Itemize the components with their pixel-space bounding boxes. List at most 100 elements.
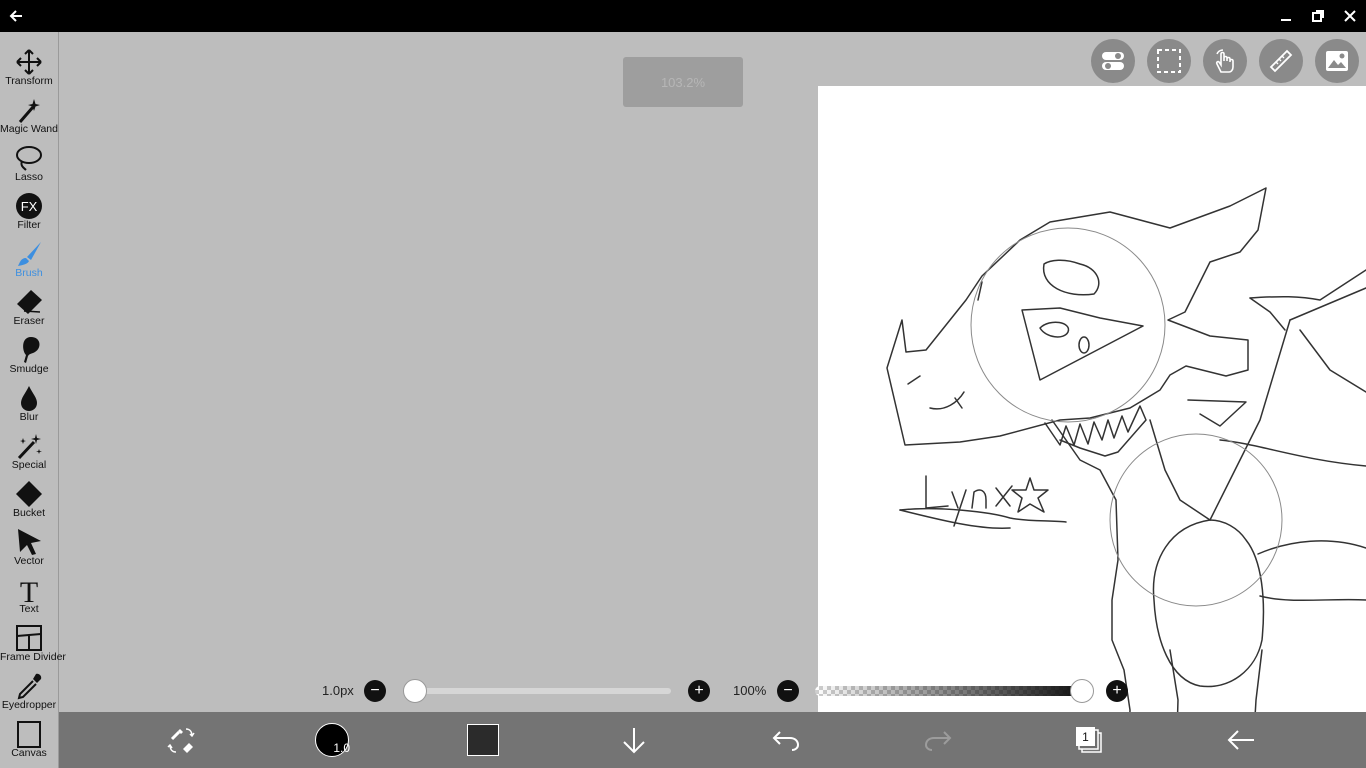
tool-transform[interactable]: Transform [0,40,58,88]
back-button[interactable] [0,0,32,32]
swap-tools-button[interactable] [151,712,211,768]
layer-count: 1 [1082,730,1089,744]
tool-label: Frame Divider [0,651,66,663]
opacity-label: 100% [733,683,767,698]
zoom-level-indicator: 103.2% [623,57,743,107]
brush-size-slider-thumb[interactable] [403,679,427,703]
undo-button[interactable] [756,712,816,768]
redo-icon [924,731,952,751]
tool-bucket[interactable]: Bucket [0,472,58,520]
settings-toggle-button[interactable] [1091,39,1135,83]
tool-canvas[interactable]: Canvas [0,712,58,760]
toggles-icon [1102,52,1124,70]
hand-touch-icon [1215,49,1234,73]
selection-button[interactable] [1147,39,1191,83]
smudge-icon [23,337,40,363]
bottom-toolbar: 1.0 1 [59,712,1366,768]
tool-lasso[interactable]: Lasso [0,136,58,184]
image-icon [1326,51,1348,71]
brush-size-slider[interactable] [415,688,671,694]
tool-magic-wand[interactable]: Magic Wand [0,88,58,136]
drawing-canvas[interactable] [818,86,1366,712]
undo-icon [772,731,800,751]
reference-image-button[interactable] [1315,39,1359,83]
minimize-button[interactable] [1270,0,1302,32]
restore-icon [1312,10,1324,22]
lasso-icon [16,146,42,171]
tool-label: Lasso [14,171,44,183]
magic-wand-icon [18,99,40,123]
ruler-button[interactable] [1259,39,1303,83]
plus-icon: + [694,682,704,699]
close-icon [1344,10,1356,22]
tool-label: Special [11,459,47,471]
opacity-slider-thumb[interactable] [1070,679,1094,703]
eraser-icon [17,290,42,314]
brush-size-label: 1.0px [322,683,354,698]
canvas-icon [17,721,41,748]
eyedropper-icon [17,673,42,700]
ruler-icon [1269,49,1293,73]
tool-eyedropper[interactable]: Eyedropper [0,664,58,712]
redo-button[interactable] [908,712,968,768]
title-bar [0,0,1366,32]
brush-icon [18,242,41,266]
minus-icon: − [370,682,380,699]
transform-icon [16,49,42,75]
back-arrow-button[interactable] [1211,712,1271,768]
filter-icon: FX [16,193,42,219]
tool-blur[interactable]: Blur [0,376,58,424]
tool-eraser[interactable]: Eraser [0,280,58,328]
opacity-slider[interactable] [815,686,1082,696]
tool-label: Smudge [9,363,49,375]
workspace[interactable] [59,32,1366,712]
close-button[interactable] [1334,0,1366,32]
plus-icon: + [1112,682,1122,699]
tool-label: Bucket [12,507,46,519]
brush-eraser-swap-icon [167,728,195,753]
tool-label: Canvas [11,747,47,759]
tool-text[interactable]: T Text [0,568,58,616]
tool-label: Text [19,603,39,615]
brush-settings-button[interactable]: 1.0 [302,712,362,768]
arrow-left-icon [1227,730,1254,750]
minus-icon: − [783,682,793,699]
special-brush-icon [17,434,42,460]
brush-size-decrease-button[interactable]: − [364,680,386,702]
brush-size-increase-button[interactable]: + [688,680,710,702]
tool-label: Filter [17,219,41,231]
tool-smudge[interactable]: Smudge [0,328,58,376]
tool-vector[interactable]: Vector [0,520,58,568]
minimize-icon [1281,19,1291,21]
brush-preview: 1.0 [315,723,350,757]
gesture-button[interactable] [1203,39,1247,83]
blur-icon [21,386,37,411]
color-button[interactable] [453,712,513,768]
opacity-decrease-button[interactable]: − [777,680,799,702]
tool-label: Eraser [13,315,45,327]
arrow-left-icon [9,10,22,22]
text-icon: T [20,576,38,604]
save-layer-button[interactable] [604,712,664,768]
arrow-down-icon [623,728,645,754]
bucket-icon [16,481,42,507]
text-icon-glyph: T [20,576,38,604]
opacity-increase-button[interactable]: + [1106,680,1128,702]
tool-frame-divider[interactable]: Frame Divider [0,616,66,664]
sketch-drawing [886,187,1366,712]
selection-icon [1157,49,1181,73]
tool-filter[interactable]: FX Filter [0,184,58,232]
restore-button[interactable] [1302,0,1334,32]
vector-cursor-icon [18,529,41,555]
tool-brush[interactable]: Brush [0,232,58,280]
tool-special[interactable]: Special [0,424,58,472]
tool-label: Transform [5,75,53,87]
layers-icon: 1 [1076,727,1102,753]
brush-size-badge: 1.0 [333,741,350,755]
layers-button[interactable]: 1 [1059,712,1119,768]
tool-label: Magic Wand [0,123,58,135]
tool-label: Eyedropper [1,699,57,711]
tool-label: Brush [15,267,43,279]
tool-palette: Transform Magic Wand Lasso FX Filter Bru… [0,32,66,768]
tool-label: Blur [19,411,39,423]
